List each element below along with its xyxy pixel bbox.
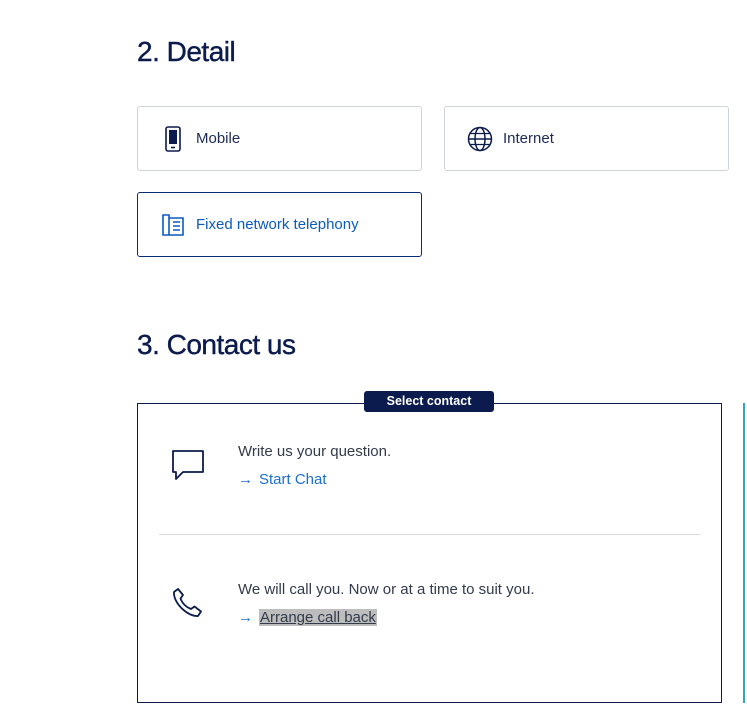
contact-options-panel: Write us your question. → Start Chat We w…: [137, 403, 722, 703]
option-internet[interactable]: Internet: [444, 106, 729, 171]
option-internet-label: Internet: [503, 130, 554, 147]
fixed-phone-icon: [160, 212, 186, 238]
chat-description: Write us your question.: [238, 443, 392, 460]
start-chat-link[interactable]: → Start Chat: [238, 471, 327, 488]
globe-icon: [467, 126, 493, 152]
option-fixed-label: Fixed network telephony: [196, 216, 359, 233]
adjacent-panel-edge: [743, 403, 745, 703]
divider: [159, 534, 700, 535]
arrange-call-back-link-text: Arrange call back: [259, 609, 377, 626]
callback-description: We will call you. Now or at a time to su…: [238, 581, 535, 598]
mobile-phone-icon: [160, 125, 186, 152]
option-mobile-label: Mobile: [196, 130, 241, 147]
option-mobile[interactable]: Mobile: [137, 106, 422, 171]
section-title-contact: 3. Contact us: [137, 329, 296, 360]
phone-handset-icon: [170, 586, 204, 625]
start-chat-link-text: Start Chat: [259, 471, 327, 488]
select-contact-badge: Select contact: [364, 391, 494, 412]
section-title-detail: 2. Detail: [137, 36, 236, 67]
arrange-call-back-link[interactable]: → Arrange call back: [238, 609, 377, 626]
arrow-right-icon: →: [238, 471, 253, 488]
chat-bubble-icon: [170, 448, 206, 487]
page: 2. Detail Mobile Internet Fixed network …: [0, 0, 747, 724]
arrow-right-icon: →: [238, 609, 253, 626]
option-fixed-network-telephony[interactable]: Fixed network telephony: [137, 192, 422, 257]
